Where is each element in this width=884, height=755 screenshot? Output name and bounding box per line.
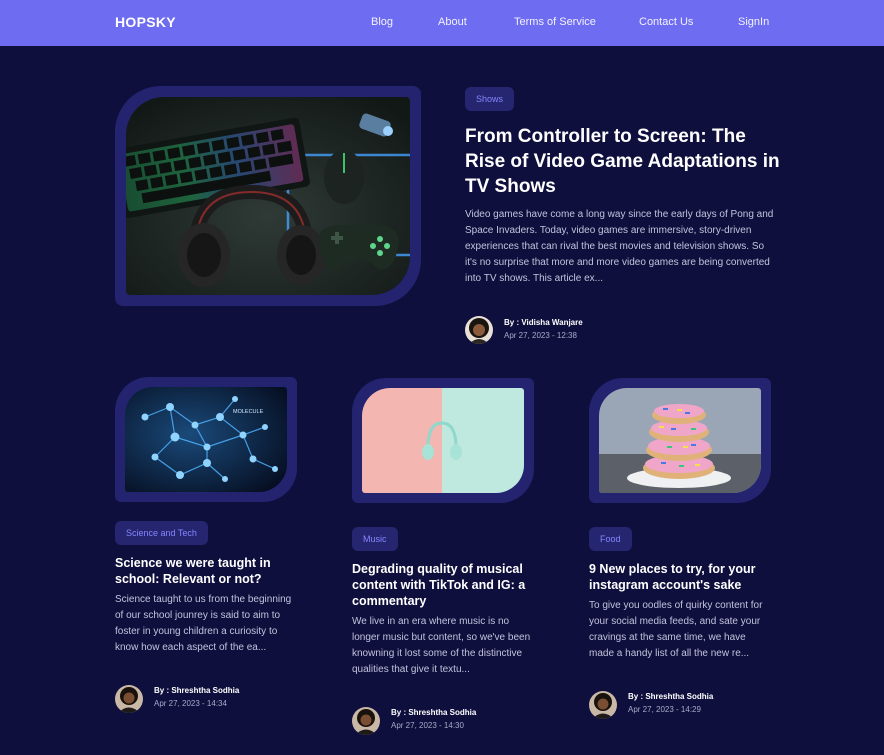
- nav-link-contact[interactable]: Contact Us: [639, 16, 693, 28]
- post-date-food: Apr 27, 2023 - 14:29: [628, 705, 701, 714]
- featured-excerpt: Video games have come a long way since t…: [465, 209, 774, 284]
- post-tag-music[interactable]: Music: [352, 527, 398, 551]
- site-logo[interactable]: HOPSKY: [115, 14, 176, 30]
- post-tag-food[interactable]: Food: [589, 527, 632, 551]
- avatar: [352, 707, 380, 735]
- featured-author[interactable]: By : Vidisha Wanjare: [504, 318, 583, 327]
- nav-link-terms[interactable]: Terms of Service: [514, 16, 596, 28]
- post-image-frame-science[interactable]: MOLECULE: [115, 377, 297, 502]
- molecule-image: MOLECULE: [125, 387, 287, 492]
- post-excerpt-music: We live in an era where music is no long…: [352, 616, 531, 675]
- nav-link-signin[interactable]: SignIn: [738, 16, 769, 28]
- post-title-food[interactable]: 9 New places to try, for your instagram …: [589, 561, 774, 593]
- post-title-music[interactable]: Degrading quality of musical content wit…: [352, 561, 537, 609]
- nav-link-about[interactable]: About: [438, 16, 467, 28]
- post-tag-science[interactable]: Science and Tech: [115, 521, 208, 545]
- post-excerpt-food: To give you oodles of quirky content for…: [589, 600, 763, 659]
- nav-link-blog[interactable]: Blog: [371, 16, 393, 28]
- post-date-science: Apr 27, 2023 - 14:34: [154, 699, 227, 708]
- post-author-music[interactable]: By : Shreshtha Sodhia: [391, 708, 476, 717]
- featured-title[interactable]: From Controller to Screen: The Rise of V…: [465, 124, 785, 199]
- featured-date: Apr 27, 2023 - 12:38: [504, 331, 577, 340]
- gaming-setup-image: [126, 97, 410, 295]
- featured-tag[interactable]: Shows: [465, 87, 515, 111]
- top-navbar: HOPSKY Blog About Terms of Service Conta…: [0, 0, 884, 46]
- post-author-food[interactable]: By : Shreshtha Sodhia: [628, 692, 713, 701]
- avatar: [465, 316, 493, 344]
- post-image-frame-food[interactable]: [589, 378, 771, 503]
- post-excerpt-science: Science taught to us from the beginning …: [115, 594, 292, 653]
- featured-image-frame[interactable]: [115, 86, 421, 306]
- post-date-music: Apr 27, 2023 - 14:30: [391, 721, 464, 730]
- avatar: [115, 685, 143, 713]
- headphones-image: [362, 388, 524, 493]
- post-author-science[interactable]: By : Shreshtha Sodhia: [154, 686, 239, 695]
- molecule-label: MOLECULE: [233, 409, 264, 415]
- post-image-frame-music[interactable]: [352, 378, 534, 503]
- post-title-science[interactable]: Science we were taught in school: Releva…: [115, 555, 300, 587]
- avatar: [589, 691, 617, 719]
- donuts-image: [599, 388, 761, 493]
